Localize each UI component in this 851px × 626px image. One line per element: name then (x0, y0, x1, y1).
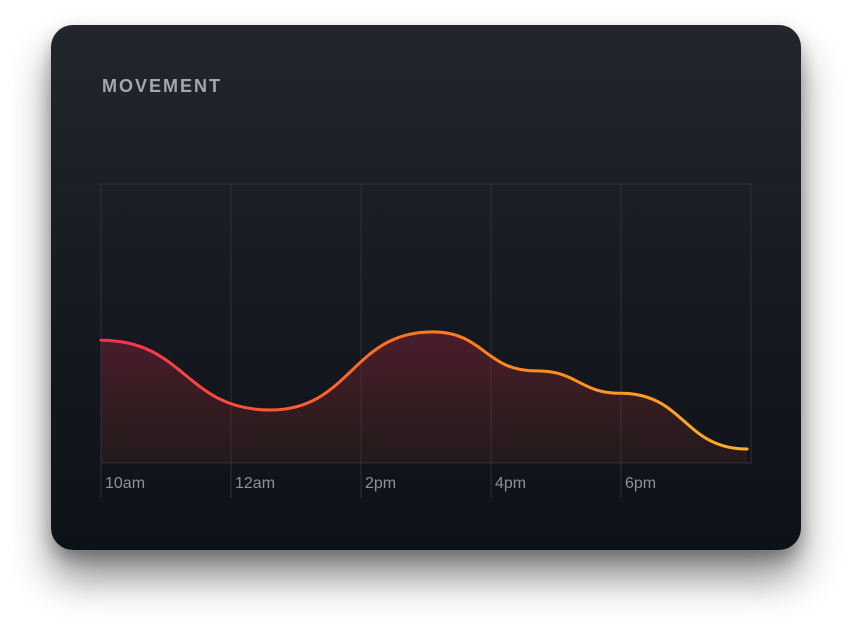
movement-chart: 10am 12am 2pm 4pm 6pm (99, 183, 752, 498)
x-tick-label: 2pm (365, 475, 396, 492)
x-tick-label: 4pm (495, 475, 526, 492)
x-tick-label: 6pm (625, 475, 656, 492)
x-tick-label: 12am (235, 475, 275, 492)
x-tick-label: 10am (105, 475, 145, 492)
movement-card: MOVEMENT 10am 12am 2pm 4pm 6pm (51, 25, 801, 550)
